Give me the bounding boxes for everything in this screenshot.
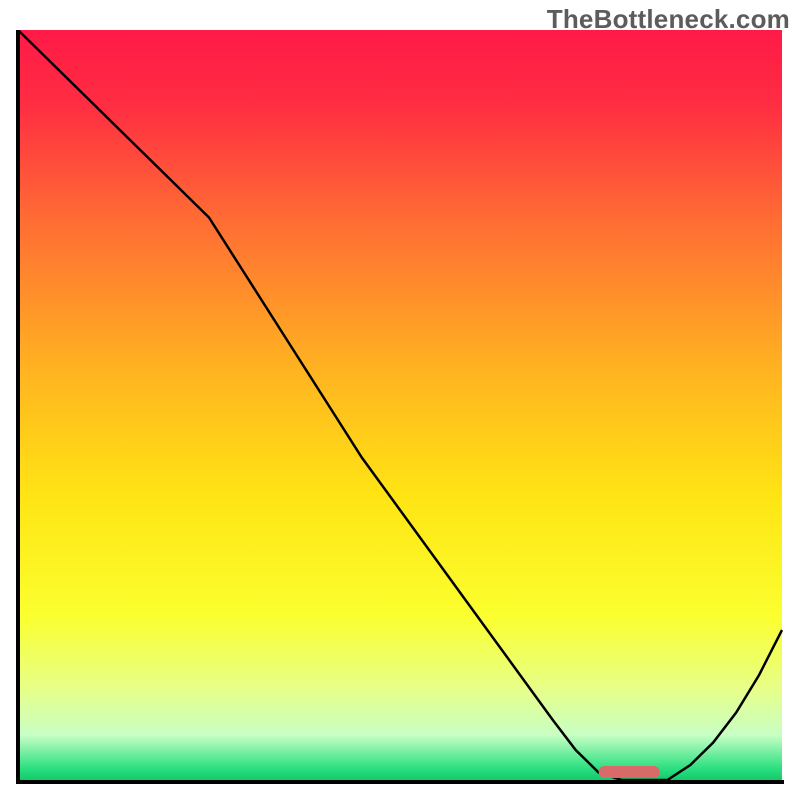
plot-area <box>16 30 784 784</box>
optimal-range-marker <box>599 766 660 778</box>
watermark-text: TheBottleneck.com <box>547 4 790 35</box>
chart-frame: TheBottleneck.com <box>0 0 800 800</box>
chart-svg <box>16 30 784 784</box>
